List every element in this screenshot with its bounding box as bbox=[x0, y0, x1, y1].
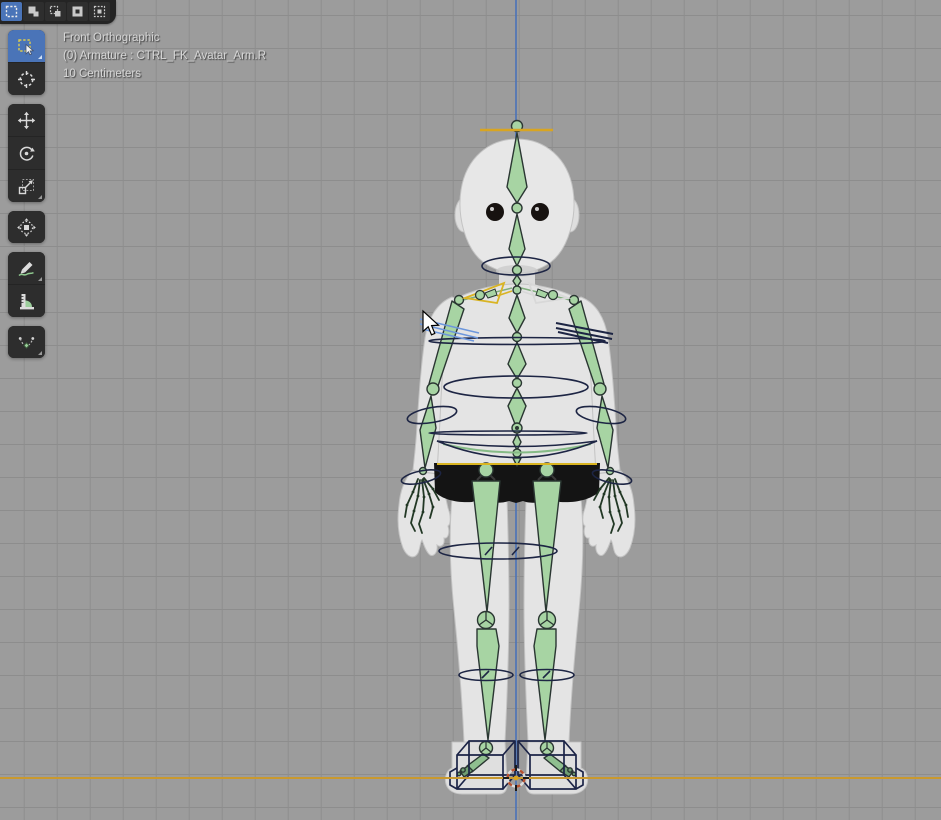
select-subtract-icon bbox=[49, 5, 62, 18]
pose-breakdowner-icon bbox=[17, 333, 36, 352]
tool-rotate[interactable] bbox=[8, 136, 45, 169]
cursor-tool-icon bbox=[17, 70, 36, 89]
select-mode-bar bbox=[0, 0, 116, 24]
tool-group-transform bbox=[8, 104, 45, 202]
select-intersect-icon bbox=[93, 5, 106, 18]
measure-icon bbox=[17, 292, 36, 311]
tool-transform[interactable] bbox=[8, 211, 45, 243]
blender-3d-viewport[interactable]: { "header": { "view_label": "Front Ortho… bbox=[0, 0, 941, 820]
move-icon bbox=[17, 111, 36, 130]
select-extend-icon bbox=[27, 5, 40, 18]
toolbar bbox=[8, 30, 45, 367]
tool-pose-breakdowner[interactable] bbox=[8, 326, 45, 358]
tool-select-box[interactable] bbox=[8, 30, 45, 62]
shorts bbox=[434, 463, 600, 503]
select-set-icon bbox=[5, 5, 18, 18]
viewport-canvas[interactable] bbox=[0, 0, 941, 820]
tool-annotate[interactable] bbox=[8, 252, 45, 284]
tool-group-pose bbox=[8, 326, 45, 358]
tool-move[interactable] bbox=[8, 104, 45, 136]
select-mode-invert[interactable] bbox=[67, 2, 88, 21]
annotate-icon bbox=[17, 259, 36, 278]
tool-measure[interactable] bbox=[8, 284, 45, 317]
select-mode-intersect[interactable] bbox=[89, 2, 110, 21]
tool-cursor[interactable] bbox=[8, 62, 45, 95]
rotate-icon bbox=[17, 144, 36, 163]
tool-scale[interactable] bbox=[8, 169, 45, 202]
transform-icon bbox=[17, 218, 36, 237]
tool-group-select bbox=[8, 30, 45, 95]
select-mode-extend[interactable] bbox=[23, 2, 44, 21]
select-box-icon bbox=[17, 37, 36, 56]
select-invert-icon bbox=[71, 5, 84, 18]
tool-group-gizmo bbox=[8, 211, 45, 243]
scale-icon bbox=[17, 177, 36, 196]
select-mode-set[interactable] bbox=[1, 2, 22, 21]
tool-group-annotate bbox=[8, 252, 45, 317]
select-mode-subtract[interactable] bbox=[45, 2, 66, 21]
